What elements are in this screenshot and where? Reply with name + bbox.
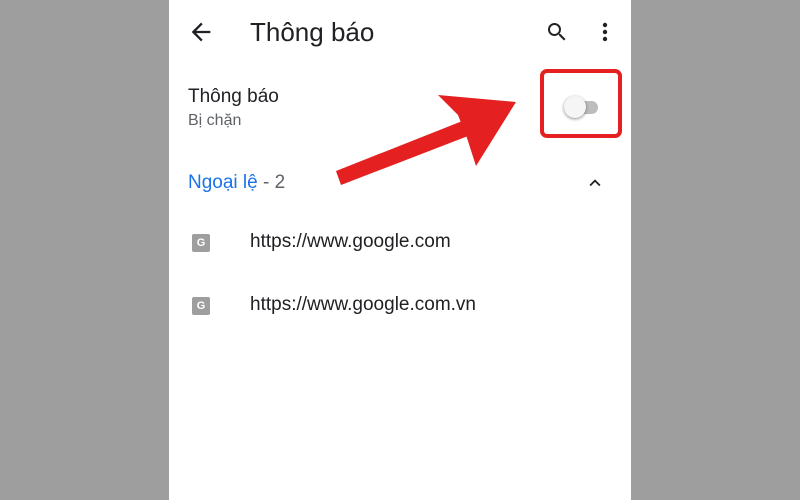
site-favicon-icon: G	[192, 297, 210, 315]
search-button[interactable]	[545, 20, 569, 44]
site-url: https://www.google.com.vn	[250, 294, 476, 315]
setting-status: Bị chặn	[188, 112, 242, 129]
more-options-button[interactable]	[594, 20, 616, 44]
toolbar: Thông báo	[169, 0, 631, 64]
page-title: Thông báo	[250, 17, 375, 47]
exceptions-count: - 2	[257, 172, 286, 193]
setting-title: Thông báo	[188, 86, 279, 107]
back-button[interactable]	[187, 18, 215, 46]
more-vert-icon	[602, 22, 608, 42]
arrow-back-icon	[191, 22, 211, 42]
exceptions-label: Ngoại lệ - 2	[188, 172, 285, 194]
exceptions-title: Ngoại lệ	[188, 172, 258, 193]
toggle-highlight-box	[540, 69, 622, 138]
red-arrow-annotation	[336, 95, 516, 185]
search-icon	[548, 23, 566, 41]
exception-site-row[interactable]: G https://www.google.com.vn	[169, 279, 631, 333]
exception-site-row[interactable]: G https://www.google.com	[169, 216, 631, 270]
site-favicon-icon: G	[192, 234, 210, 252]
chevron-up-icon[interactable]	[584, 172, 606, 194]
site-url: https://www.google.com	[250, 231, 451, 252]
